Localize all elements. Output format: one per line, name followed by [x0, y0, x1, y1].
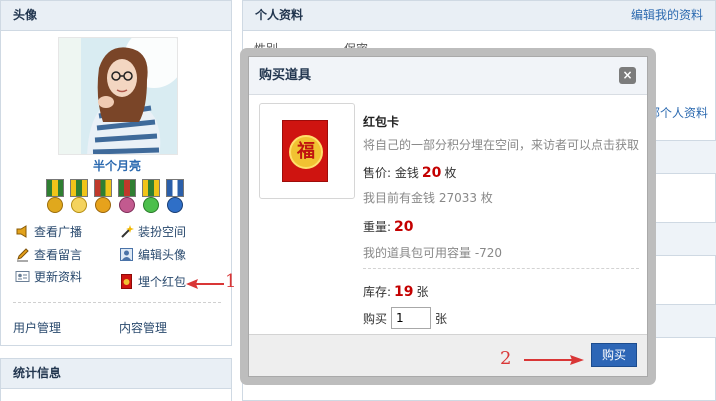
decorate-space-link[interactable]: 装扮空间: [119, 223, 186, 240]
edit-avatar-link[interactable]: 编辑头像: [119, 246, 186, 263]
capacity-note: 我的道具包可用容量 -720: [363, 246, 503, 260]
price-label: 售价: 金钱: [363, 166, 419, 180]
username[interactable]: 半个月亮: [1, 157, 233, 174]
quantity-unit: 张: [435, 311, 448, 326]
profile-panel-header: 个人资料 编辑我的资料: [243, 1, 715, 31]
red-envelope-icon: [119, 274, 134, 289]
red-envelope-image: 福: [282, 120, 328, 182]
quantity-label: 购买: [363, 311, 388, 326]
view-messages-label: 查看留言: [34, 248, 83, 262]
item-image: 福: [259, 103, 355, 199]
stock-row: 库存: 19 张: [363, 283, 429, 300]
medal-icon[interactable]: [164, 179, 186, 217]
view-broadcast-link[interactable]: 查看广播: [15, 223, 82, 240]
medal-icon[interactable]: [140, 179, 162, 217]
weight-row: 重量: 20: [363, 218, 417, 235]
view-messages-link[interactable]: 查看留言: [15, 246, 82, 263]
buy-button[interactable]: 购买: [591, 343, 637, 367]
buy-item-dialog-body: 购买道具 × 福 红包卡 将自己的一部分积分埋在空间，来访者可以点击获取 售价:…: [248, 56, 648, 377]
wand-icon: [119, 224, 134, 239]
megaphone-icon: [15, 224, 30, 239]
buy-item-dialog: 购买道具 × 福 红包卡 将自己的一部分积分埋在空间，来访者可以点击获取 售价:…: [240, 48, 656, 385]
user-management-link[interactable]: 用户管理: [13, 319, 61, 336]
medal-icon[interactable]: [44, 179, 66, 217]
avatar[interactable]: [58, 37, 178, 155]
item-description: 将自己的一部分积分埋在空间，来访者可以点击获取: [363, 138, 640, 152]
edit-avatar-label: 编辑头像: [138, 248, 187, 262]
quantity-row: 购买 张: [363, 307, 447, 329]
id-card-icon: [15, 269, 30, 284]
all-profile-link[interactable]: 部个人资料: [648, 104, 708, 121]
divider: [13, 302, 221, 303]
profile-title: 个人资料: [255, 8, 304, 22]
stock-label: 库存:: [363, 285, 392, 299]
price-row: 售价: 金钱 20 枚: [363, 164, 456, 181]
medal-icon[interactable]: [116, 179, 138, 217]
balance-note: 我目前有金钱 27033 枚: [363, 191, 493, 205]
bury-red-envelope-label: 埋个红包: [138, 275, 187, 289]
weight-value: 20: [394, 219, 414, 235]
price-unit: 枚: [444, 166, 457, 180]
background-section: [654, 304, 716, 338]
avatar-panel: 头像 半个月亮 查看广播 装扮空间 查看留言 编辑头像 更新资料 埋个红包 用户…: [0, 0, 232, 346]
price-value: 20: [421, 165, 442, 181]
update-profile-label: 更新资料: [34, 270, 83, 284]
avatar-panel-title: 头像: [1, 1, 231, 31]
annotation-number-1: 1: [225, 271, 237, 292]
update-profile-link[interactable]: 更新资料: [15, 268, 82, 285]
background-section: [654, 222, 716, 256]
item-name: 红包卡: [363, 115, 400, 129]
content-management-link[interactable]: 内容管理: [119, 319, 167, 336]
medal-icon[interactable]: [68, 179, 90, 217]
dialog-footer: 购买: [249, 334, 647, 376]
quantity-input[interactable]: [391, 307, 432, 329]
annotation-arrow-2: [524, 355, 584, 365]
annotation-arrow-1: [186, 279, 224, 289]
edit-profile-link[interactable]: 编辑我的资料: [631, 1, 703, 30]
weight-label: 重量:: [363, 220, 392, 234]
medal-icon[interactable]: [92, 179, 114, 217]
medal-row: [44, 179, 194, 217]
annotation-number-2: 2: [500, 348, 512, 369]
fortune-seal: 福: [289, 135, 323, 169]
divider: [363, 268, 639, 269]
close-button[interactable]: ×: [619, 67, 636, 84]
view-broadcast-label: 查看广播: [34, 225, 83, 239]
background-section: [654, 140, 716, 174]
bury-red-envelope-link[interactable]: 埋个红包: [119, 273, 186, 290]
stock-unit: 张: [416, 285, 429, 299]
stats-panel-title: 统计信息: [1, 359, 231, 389]
dialog-title: 购买道具: [249, 57, 647, 95]
stock-value: 19: [394, 284, 414, 300]
decorate-space-label: 装扮空间: [138, 225, 187, 239]
pencil-icon: [15, 247, 30, 262]
edit-avatar-icon: [119, 247, 134, 262]
stats-panel: 统计信息: [0, 358, 232, 401]
